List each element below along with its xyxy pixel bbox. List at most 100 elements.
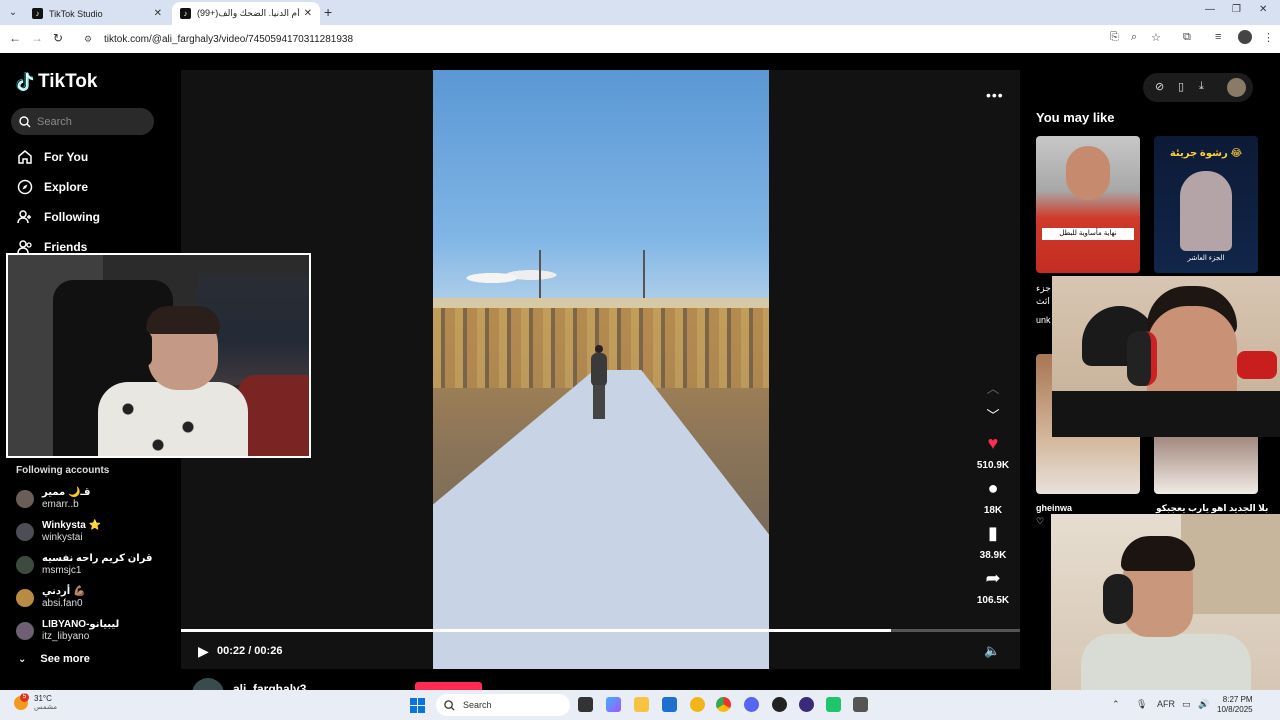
forward-icon[interactable]: → (31, 31, 43, 45)
thumb-face (1066, 146, 1110, 200)
app-icon[interactable] (826, 697, 841, 712)
video-frame[interactable] (433, 70, 769, 669)
network-icon[interactable]: ▭ (1182, 699, 1191, 710)
app-icon[interactable] (772, 697, 787, 712)
notification-badge: 5 (20, 693, 29, 702)
progress-bar[interactable] (181, 629, 1020, 632)
minimize-icon[interactable]: — (1205, 4, 1215, 15)
account-item[interactable]: قران كريم راحه نفسيه msmsjc1 (16, 551, 152, 579)
account-handle: msmsjc1 (42, 565, 82, 576)
close-icon[interactable]: ✕ (304, 8, 312, 19)
tab-title: (99+)مصر أم الدنيا. الضحك والف... (197, 8, 300, 18)
language-indicator[interactable]: AFR (1157, 699, 1175, 709)
search-icon (19, 115, 31, 127)
tab-title: TikTok Studio (49, 8, 103, 19)
media-icon[interactable]: ≡ (1215, 31, 1221, 43)
profile-avatar[interactable] (1227, 78, 1246, 97)
tab-search-icon[interactable]: ⌄ (4, 4, 22, 21)
profile-avatar[interactable] (1238, 30, 1252, 44)
speaker-icon[interactable]: 🔊 (1198, 699, 1209, 710)
compass-icon (16, 178, 34, 196)
tab-tiktok-studio[interactable]: ♪ TikTok Studio ✕ (24, 2, 170, 25)
more-options-icon[interactable]: ••• (986, 87, 1004, 103)
search-icon (444, 699, 455, 711)
nav-following[interactable]: Following (16, 205, 100, 229)
avatar (16, 589, 34, 607)
extensions-icon[interactable]: ⧉ (1183, 31, 1191, 44)
save-button[interactable]: ▮ 38.9K (975, 523, 1011, 563)
window-close-icon[interactable]: ✕ (1259, 4, 1267, 15)
volume-icon[interactable]: 🔈 (984, 643, 1000, 659)
bookmark-star-icon[interactable]: ☆ (1151, 31, 1161, 44)
system-clock[interactable]: 8:27 PM 10/8/2025 (1217, 695, 1253, 715)
account-name: LIBYANO-ليبيانو (42, 619, 120, 630)
top-actions-pill: ⊘ ▯ ⤓ (1143, 73, 1253, 102)
taskbar-search[interactable]: Search (436, 694, 570, 716)
thumb-text: اثث (1036, 296, 1050, 306)
account-item[interactable]: Winkysta ⭐ winkystai (16, 518, 101, 546)
thumb-caption: نهاية مأساوية للبطل (1042, 228, 1134, 240)
see-more-button[interactable]: ⌄ See more (18, 653, 90, 665)
app-icon[interactable] (799, 697, 814, 712)
store-icon[interactable] (662, 697, 677, 712)
nav-explore[interactable]: Explore (16, 175, 88, 199)
play-icon[interactable]: ▶ (198, 643, 209, 660)
windows-start-icon[interactable] (410, 698, 425, 713)
mic-icon[interactable]: 🎙 (1136, 699, 1147, 710)
compass-icon[interactable]: ⊘ (1155, 80, 1164, 93)
prev-video-button[interactable]: ︿ (975, 378, 1011, 400)
account-item[interactable]: أردني 💪🏽 absi.fan0 (16, 584, 85, 612)
next-video-button[interactable]: ﹀ (975, 405, 1011, 427)
like-button[interactable]: ♥ 510.9K (975, 433, 1011, 473)
close-icon[interactable]: ✕ (154, 8, 162, 19)
back-icon[interactable]: ← (9, 31, 21, 45)
chrome-icon[interactable] (716, 697, 731, 712)
zoom-icon[interactable]: ⌕ (1131, 31, 1137, 44)
search-input[interactable]: Search (11, 108, 154, 135)
install-icon[interactable]: ⎘ (1110, 31, 1119, 44)
share-button[interactable]: ➦ 106.5K (975, 568, 1011, 608)
chevron-up-icon[interactable]: ⌃ (1112, 699, 1120, 710)
taskbar: 5 31°C مشمس Search ⌃ 🎙 AFR ▭ 🔊 8:27 PM 1… (0, 690, 1280, 720)
thumb-text: unk (1036, 315, 1051, 325)
more-menu-icon[interactable]: ⋮ (1263, 31, 1274, 44)
comment-count: 18K (983, 505, 1003, 516)
download-icon[interactable]: ⤓ (1199, 80, 1204, 93)
account-name: قران كريم راحه نفسيه (42, 553, 153, 564)
video-bridge (433, 298, 769, 308)
new-tab-icon[interactable]: + (324, 4, 332, 20)
task-view-icon[interactable] (578, 697, 593, 712)
calculator-icon[interactable] (853, 697, 868, 712)
creator-name[interactable]: gheinwa (1036, 503, 1072, 513)
thumb-subtitle: الجزء العاشر (1187, 255, 1225, 262)
discord-icon[interactable] (744, 697, 759, 712)
nav-for-you[interactable]: For You (16, 145, 88, 169)
pylon (539, 250, 541, 305)
sun-icon: 5 (14, 693, 29, 710)
suggested-video-thumb[interactable]: نهاية مأساوية للبطل (1036, 136, 1140, 273)
account-item[interactable]: LIBYANO-ليبيانو itz_libyano (16, 617, 119, 645)
thumb-title: رشوة جريئة 😂 (1169, 148, 1243, 159)
avatar (16, 490, 34, 508)
account-name: قـ🌙 ممير (42, 487, 91, 498)
comment-button[interactable]: ● 18K (975, 478, 1011, 518)
weather-widget[interactable]: 5 31°C مشمس (14, 693, 57, 712)
suggested-video-thumb[interactable]: رشوة جريئة 😂 الجزء العاشر (1154, 136, 1258, 273)
heart-icon[interactable]: ♡ (1036, 516, 1044, 527)
copilot-icon[interactable] (606, 697, 621, 712)
restore-icon[interactable]: ❐ (1232, 4, 1241, 15)
site-info-icon[interactable]: ⚙ (84, 34, 94, 44)
tiktok-logo[interactable]: TikTok (16, 71, 97, 93)
account-item[interactable]: قـ🌙 ممير emarr..b (16, 485, 90, 513)
progress-fill (181, 629, 891, 632)
follow-button[interactable] (415, 682, 482, 690)
nav-label: Following (44, 210, 100, 224)
browser-chrome: ⌄ ♪ TikTok Studio ✕ ♪ (99+)مصر أم الدنيا… (0, 0, 1280, 53)
file-explorer-icon[interactable] (634, 697, 649, 712)
bookmark-icon: ▮ (988, 523, 998, 543)
tab-video[interactable]: ♪ (99+)مصر أم الدنيا. الضحك والف... ✕ (172, 2, 320, 25)
address-bar[interactable]: ⚙ tiktok.com/@ali_farghaly3/video/745059… (74, 28, 1174, 50)
app-icon[interactable] (690, 697, 705, 712)
phone-icon[interactable]: ▯ (1178, 80, 1184, 93)
reload-icon[interactable]: ↻ (53, 31, 63, 45)
